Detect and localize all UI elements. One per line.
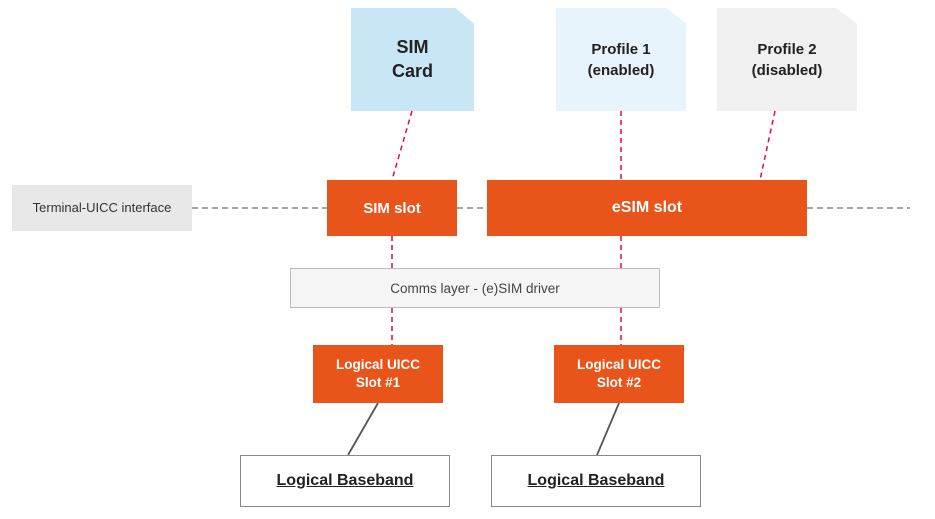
comms-layer: Comms layer - (e)SIM driver <box>290 268 660 308</box>
logical-slot1-label: Logical UICCSlot #1 <box>336 356 420 392</box>
profile2-label: Profile 2(disabled) <box>752 39 823 81</box>
logical-baseband1-label: Logical Baseband <box>277 472 414 490</box>
diagram-container: SIM Card Profile 1(enabled) Profile 2(di… <box>0 0 935 519</box>
logical-slot1: Logical UICCSlot #1 <box>313 345 443 403</box>
esim-slot-label: eSIM slot <box>612 199 682 217</box>
sim-card-label: SIM Card <box>392 36 433 83</box>
sim-slot-label: SIM slot <box>363 200 421 217</box>
terminal-label: Terminal-UICC interface <box>12 185 192 231</box>
profile1-card: Profile 1(enabled) <box>556 8 686 111</box>
esim-slot: eSIM slot <box>487 180 807 236</box>
comms-layer-label: Comms layer - (e)SIM driver <box>390 281 560 296</box>
profile2-card: Profile 2(disabled) <box>717 8 857 111</box>
logical-slot2-label: Logical UICCSlot #2 <box>577 356 661 392</box>
profile1-label: Profile 1(enabled) <box>588 39 655 81</box>
sim-card: SIM Card <box>351 8 474 111</box>
logical-baseband1: Logical Baseband <box>240 455 450 507</box>
terminal-label-text: Terminal-UICC interface <box>33 200 172 217</box>
logical-slot2: Logical UICCSlot #2 <box>554 345 684 403</box>
logical-baseband2-label: Logical Baseband <box>528 472 665 490</box>
sim-slot: SIM slot <box>327 180 457 236</box>
logical-baseband2: Logical Baseband <box>491 455 701 507</box>
